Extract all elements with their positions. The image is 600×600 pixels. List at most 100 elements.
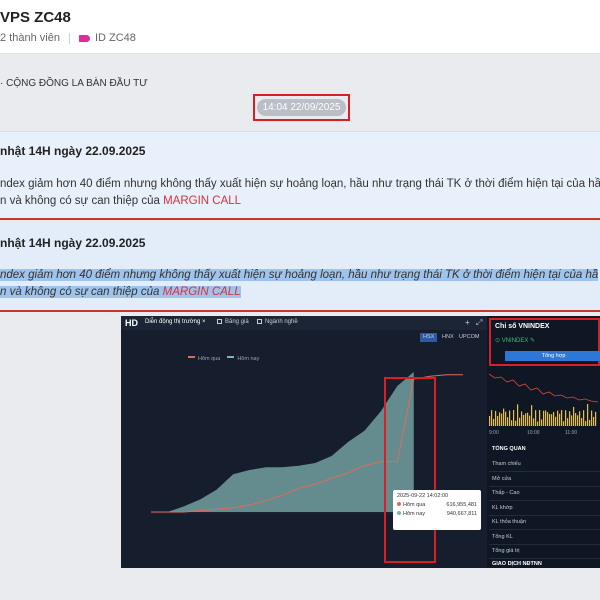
message-bubble[interactable]: nhật 14H ngày 22.09.2025 ndex giảm hơn 4… bbox=[0, 131, 600, 220]
volume-bar bbox=[495, 410, 497, 426]
volume-bar bbox=[499, 412, 501, 426]
margin-call-text: MARGIN CALL bbox=[162, 286, 241, 298]
volume-bar bbox=[539, 410, 541, 426]
volume-bar bbox=[507, 417, 509, 426]
overview-title: TỔNG QUAN bbox=[492, 446, 526, 452]
foreign-trading-title: GIAO DỊCH NĐTNN bbox=[492, 561, 542, 567]
volume-bar bbox=[563, 421, 565, 426]
message-text: n và không có sự can thiệp của MARGIN CA… bbox=[0, 195, 242, 207]
tooltip-row: Hôm nay 940,667,811 bbox=[397, 511, 477, 517]
row-divider bbox=[489, 500, 600, 501]
overview-row-label: KL thỏa thuận bbox=[492, 519, 527, 525]
message-text: n và không có sự can thiệp của MARGIN CA… bbox=[0, 286, 241, 298]
volume-bar bbox=[527, 412, 529, 426]
overview-row-label: Thấp - Cao bbox=[492, 490, 520, 496]
volume-bar bbox=[497, 416, 499, 426]
time-label: 9:00 bbox=[489, 430, 499, 436]
volume-bar bbox=[537, 421, 539, 426]
volume-bar bbox=[515, 420, 517, 426]
row-divider bbox=[489, 485, 600, 487]
volume-bar bbox=[505, 411, 507, 426]
vnindex-title: Chỉ số VNINDEX bbox=[495, 323, 550, 330]
volume-bar bbox=[593, 416, 595, 426]
vnindex-panel: Chỉ số VNINDEX ⊙ VNINDEX ✎ Tổng hợp 9:00… bbox=[487, 316, 600, 568]
volume-bar bbox=[509, 410, 511, 426]
meta-divider bbox=[68, 32, 70, 44]
pencil-icon: ✎ bbox=[530, 338, 536, 344]
volume-bar bbox=[535, 410, 537, 426]
volume-bar bbox=[561, 410, 563, 426]
volume-bar bbox=[595, 411, 597, 426]
timestamp-pill: 14:04 22/09/2025 bbox=[256, 99, 347, 116]
group-title[interactable]: VPS ZC48 bbox=[0, 9, 71, 26]
volume-bar bbox=[553, 411, 555, 426]
volume-bar bbox=[549, 413, 551, 426]
message-title: nhật 14H ngày 22.09.2025 bbox=[0, 236, 146, 250]
volume-bar bbox=[585, 421, 587, 426]
margin-call-text: MARGIN CALL bbox=[163, 195, 242, 207]
volume-bar bbox=[569, 411, 571, 426]
volume-bar bbox=[567, 418, 569, 426]
volume-bar bbox=[541, 419, 543, 426]
summary-button: Tổng hợp bbox=[505, 351, 600, 361]
tooltip-time: 2025-09-22 14:02:00 bbox=[397, 493, 449, 499]
message-title: nhật 14H ngày 22.09.2025 bbox=[0, 144, 146, 158]
volume-bar bbox=[589, 419, 591, 426]
volume-bar bbox=[571, 415, 573, 426]
overview-row-label: Tổng KL bbox=[492, 533, 513, 540]
volume-bar bbox=[513, 410, 515, 426]
chart-plot bbox=[151, 372, 463, 563]
chat-app: VPS ZC48 2 thành viên ID ZC48 · CỘNG ĐỒN… bbox=[0, 0, 600, 600]
overview-row-label: KL khớp bbox=[492, 504, 513, 511]
row-divider bbox=[489, 471, 600, 472]
money-flow-chart bbox=[151, 372, 463, 563]
volume-bar bbox=[559, 413, 561, 426]
series-hom-nay-area bbox=[151, 372, 414, 512]
overview-row-label: Tham chiếu bbox=[492, 461, 521, 467]
group-id: ID ZC48 bbox=[94, 32, 136, 44]
volume-bar bbox=[491, 410, 493, 426]
member-count[interactable]: 2 thành viên bbox=[0, 32, 60, 44]
volume-bar bbox=[557, 410, 559, 426]
row-divider bbox=[489, 529, 600, 530]
volume-bar bbox=[533, 418, 535, 426]
volume-bar bbox=[545, 410, 547, 426]
message-bubble-selected[interactable]: nhật 14H ngày 22.09.2025 ndex giảm hơn 4… bbox=[0, 224, 600, 312]
vnindex-highlight: Chỉ số VNINDEX ⊙ VNINDEX ✎ Tổng hợp bbox=[489, 318, 600, 366]
tag-icon bbox=[78, 34, 90, 42]
message-text: ndex giảm hơn 40 điểm nhưng không thấy x… bbox=[0, 178, 600, 190]
volume-bar bbox=[573, 406, 575, 426]
time-label: 11:00 bbox=[565, 430, 577, 436]
vnindex-symbol: ⊙ VNINDEX ✎ bbox=[495, 338, 536, 344]
row-divider bbox=[489, 558, 600, 559]
volume-bar bbox=[579, 411, 581, 426]
sender-name[interactable]: · CỘNG ĐỒNG LA BÀN ĐẦU TƯ bbox=[0, 78, 148, 89]
overview-row-label: Mở cửa bbox=[492, 475, 512, 482]
volume-bar bbox=[575, 413, 577, 426]
volume-bar bbox=[547, 412, 549, 426]
group-meta: 2 thành viên ID ZC48 bbox=[0, 32, 136, 44]
vnindex-mini-chart: 9:00 10:00 11:00 bbox=[488, 373, 599, 436]
message-text: ndex giảm hơn 40 điểm nhưng không thấy x… bbox=[0, 269, 599, 281]
volume-bar bbox=[587, 404, 589, 426]
volume-bar bbox=[525, 413, 527, 426]
volume-bar bbox=[555, 416, 557, 426]
volume-bar bbox=[517, 404, 519, 426]
volume-bar bbox=[565, 410, 567, 426]
volume-bar bbox=[521, 411, 523, 426]
time-label: 10:00 bbox=[527, 430, 540, 436]
volume-bar bbox=[511, 420, 513, 426]
volume-bar bbox=[519, 417, 521, 426]
volume-bar bbox=[489, 416, 491, 426]
volume-bar bbox=[577, 415, 579, 426]
tooltip-row: Hôm qua 616,955,481 bbox=[397, 502, 477, 508]
overview-row-label: Tổng giá trị bbox=[492, 548, 520, 554]
group-header: VPS ZC48 2 thành viên ID ZC48 bbox=[0, 0, 600, 54]
volume-bar bbox=[529, 415, 531, 426]
volume-bar bbox=[581, 418, 583, 426]
row-divider bbox=[489, 543, 600, 545]
volume-bar bbox=[583, 410, 585, 426]
chart-tooltip: 2025-09-22 14:02:00 Hôm qua 616,955,481 H… bbox=[393, 490, 481, 530]
volume-bar bbox=[503, 408, 505, 426]
volume-bar bbox=[551, 414, 553, 426]
